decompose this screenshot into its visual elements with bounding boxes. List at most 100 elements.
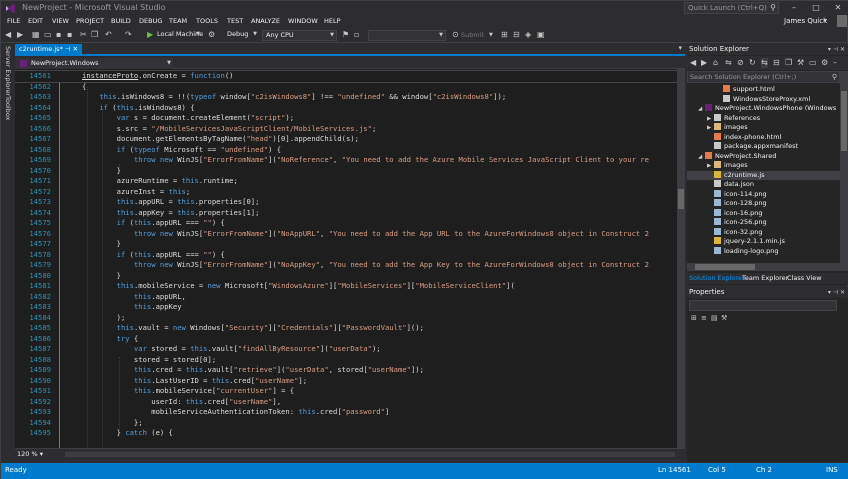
close-icon[interactable]: ✕ bbox=[73, 45, 78, 53]
code-line[interactable]: 14565 var s = document.createElement("sc… bbox=[15, 113, 685, 124]
sync-with-document-icon[interactable]: ⇆ bbox=[761, 58, 768, 68]
code-line[interactable]: 14564 if (this.isWindows8) { bbox=[15, 103, 685, 114]
code-line[interactable]: 14592 userId: this.cred["userName"], bbox=[15, 397, 685, 408]
code-line[interactable]: 14573 this.appURL = this.properties[0]; bbox=[15, 197, 685, 208]
code-line[interactable]: 14582 this.appURL, bbox=[15, 292, 685, 303]
tree-item[interactable]: icon-128.png bbox=[687, 199, 840, 209]
save-icon[interactable]: ▪ bbox=[56, 30, 61, 40]
tab-solution-explorer[interactable]: Solution Explorer bbox=[689, 273, 745, 284]
tree-item[interactable]: jquery-2.1.1.min.js bbox=[687, 237, 840, 247]
close-button[interactable]: ✕ bbox=[830, 2, 846, 14]
submit-icon[interactable]: ⊙ bbox=[452, 30, 459, 40]
scrollbar-thumb[interactable] bbox=[65, 452, 675, 457]
tree-item[interactable]: loading-logo.png bbox=[687, 246, 840, 257]
refresh-icon[interactable]: ↻ bbox=[749, 58, 756, 68]
switch-views-icon[interactable]: ⇋ bbox=[725, 58, 732, 68]
menu-view[interactable]: VIEW bbox=[52, 17, 69, 25]
menu-file[interactable]: FILE bbox=[7, 17, 20, 25]
server-explorer-tab[interactable]: Server Explorer bbox=[4, 46, 12, 96]
pending-changes-icon[interactable]: ⊘ bbox=[737, 58, 744, 68]
tree-item[interactable]: icon-114.png bbox=[687, 189, 840, 200]
alphabetical-icon[interactable]: ≡ bbox=[701, 314, 707, 322]
avatar[interactable] bbox=[837, 15, 847, 27]
code-line[interactable]: 14578 if (this.appURL === "") { bbox=[15, 250, 685, 261]
toolbar-icon[interactable]: ⊞ bbox=[501, 30, 508, 40]
forward-icon[interactable]: ▶ bbox=[701, 58, 707, 68]
menu-help[interactable]: HELP bbox=[324, 17, 341, 25]
code-editor[interactable]: − 14561instanceProto.onCreate = function… bbox=[15, 69, 685, 448]
tree-item[interactable]: index-phone.html bbox=[687, 132, 840, 143]
tree-item[interactable]: icon-16.png bbox=[687, 208, 840, 219]
tree-item[interactable]: icon-256.png bbox=[687, 218, 840, 228]
code-line[interactable]: 14576 throw new WinJS["ErrorFromName"]("… bbox=[15, 229, 685, 240]
toolbar-icon[interactable]: ◈ bbox=[525, 30, 531, 40]
code-line[interactable]: 14562 { bbox=[15, 82, 685, 93]
forward-icon[interactable]: ▶ bbox=[17, 30, 23, 40]
chevron-down-icon[interactable]: ▾ bbox=[824, 17, 827, 24]
menu-test[interactable]: TEST bbox=[227, 17, 243, 25]
tree-item[interactable]: icon-32.png bbox=[687, 227, 840, 238]
code-line[interactable]: 14570 } bbox=[15, 166, 685, 177]
tree-item[interactable]: WindowsStoreProxy.xml bbox=[687, 94, 840, 105]
code-line[interactable]: 14590 this.LastUserID = this.cred["userN… bbox=[15, 376, 685, 387]
panel-window-controls[interactable]: ▾ ⊣ ✕ bbox=[828, 287, 845, 298]
tree-horizontal-scrollbar[interactable] bbox=[687, 263, 840, 271]
tree-item[interactable]: support.html bbox=[687, 85, 840, 95]
menu-project[interactable]: PROJECT bbox=[76, 17, 104, 25]
back-icon[interactable]: ◀ bbox=[690, 58, 696, 68]
code-line[interactable]: 14572 azureInst = this; bbox=[15, 187, 685, 198]
code-line[interactable]: 14580 } bbox=[15, 271, 685, 282]
code-line[interactable]: 14574 this.appKey = this.properties[1]; bbox=[15, 208, 685, 219]
code-line[interactable]: 14579 throw new WinJS["ErrorFromName"]("… bbox=[15, 260, 685, 271]
code-line[interactable]: 14591 this.mobileService["currentUser"] … bbox=[15, 386, 685, 397]
configuration-dropdown[interactable]: Debug ▼ bbox=[224, 30, 259, 41]
wrench-icon[interactable]: ⚙ bbox=[821, 58, 828, 68]
menu-team[interactable]: TEAM bbox=[169, 17, 187, 25]
show-all-files-icon[interactable]: ❐ bbox=[785, 58, 792, 68]
code-line[interactable]: 14586 try { bbox=[15, 334, 685, 345]
home-icon[interactable]: ⌂ bbox=[713, 58, 718, 68]
more-icon[interactable]: – bbox=[833, 58, 837, 68]
code-line[interactable]: 14581 this.mobileService = new Microsoft… bbox=[15, 281, 685, 292]
tree-item[interactable]: c2runtime.js bbox=[687, 170, 840, 180]
open-file-icon[interactable]: ▭ bbox=[44, 30, 52, 40]
tree-item[interactable]: ▶ images bbox=[687, 123, 840, 133]
quick-launch-input[interactable]: Quick Launch (Ctrl+Q) ⚲ bbox=[684, 2, 779, 14]
code-line[interactable]: 14588 stored = stored[0]; bbox=[15, 355, 685, 366]
redo-icon[interactable]: ↷ bbox=[125, 30, 132, 40]
code-line[interactable]: 14567 document.getElementsByTagName("hea… bbox=[15, 134, 685, 145]
panel-window-controls[interactable]: ▾ ⊣ ✕ bbox=[828, 44, 845, 55]
toolbar-icon[interactable]: ▣ bbox=[537, 30, 545, 40]
code-line[interactable]: 14566 s.src = "/MobileServicesJavaScript… bbox=[15, 124, 685, 135]
properties-icon[interactable]: ⚒ bbox=[797, 58, 804, 68]
tree-item[interactable]: ▶ images bbox=[687, 161, 840, 171]
platform-dropdown[interactable]: Any CPU ▼ bbox=[262, 30, 337, 41]
back-icon[interactable]: ◀ bbox=[5, 30, 11, 40]
start-debug-icon[interactable]: ▶ bbox=[147, 30, 153, 40]
scrollbar-thumb[interactable] bbox=[678, 189, 684, 209]
code-line[interactable]: 14569 throw new WinJS["ErrorFromName"]("… bbox=[15, 155, 685, 166]
menu-tools[interactable]: TOOLS bbox=[196, 17, 218, 25]
new-project-icon[interactable]: ▦ bbox=[32, 30, 40, 40]
code-line[interactable]: 14593 mobileServiceAuthenticationToken: … bbox=[15, 407, 685, 418]
code-line[interactable]: 14561 instanceProto.onCreate = function() bbox=[15, 70, 685, 83]
project-scope-dropdown[interactable]: NewProject.Windows ▼ bbox=[15, 58, 173, 69]
menu-build[interactable]: BUILD bbox=[111, 17, 131, 25]
toolbar-icon[interactable]: ⊟ bbox=[513, 30, 520, 40]
menu-edit[interactable]: EDIT bbox=[28, 17, 43, 25]
code-line[interactable]: 14595 } catch (e) { bbox=[15, 428, 685, 439]
code-line[interactable]: 14571 azureRuntime = this.runtime; bbox=[15, 176, 685, 187]
tree-item[interactable]: package.appxmanifest bbox=[687, 142, 840, 152]
tree-item[interactable]: data.json bbox=[687, 180, 840, 190]
scrollbar-thumb[interactable] bbox=[841, 91, 847, 151]
property-pages-icon[interactable]: ▤ bbox=[711, 314, 718, 322]
solution-explorer-search[interactable]: Search Solution Explorer (Ctrl+;) ⚲ bbox=[687, 71, 840, 83]
tree-item[interactable]: ▶ References bbox=[687, 113, 840, 124]
wrench-icon[interactable]: ⚒ bbox=[721, 314, 727, 322]
code-line[interactable]: 14589 this.cred = this.vault["retrieve"]… bbox=[15, 365, 685, 376]
code-line[interactable]: 14583 this.appKey bbox=[15, 302, 685, 313]
minimize-button[interactable]: – bbox=[786, 2, 802, 14]
toolbox-tab[interactable]: Toolbox bbox=[4, 96, 12, 120]
undo-icon[interactable]: ↶ bbox=[105, 30, 112, 40]
code-line[interactable]: 14585 this.vault = new Windows["Security… bbox=[15, 323, 685, 334]
